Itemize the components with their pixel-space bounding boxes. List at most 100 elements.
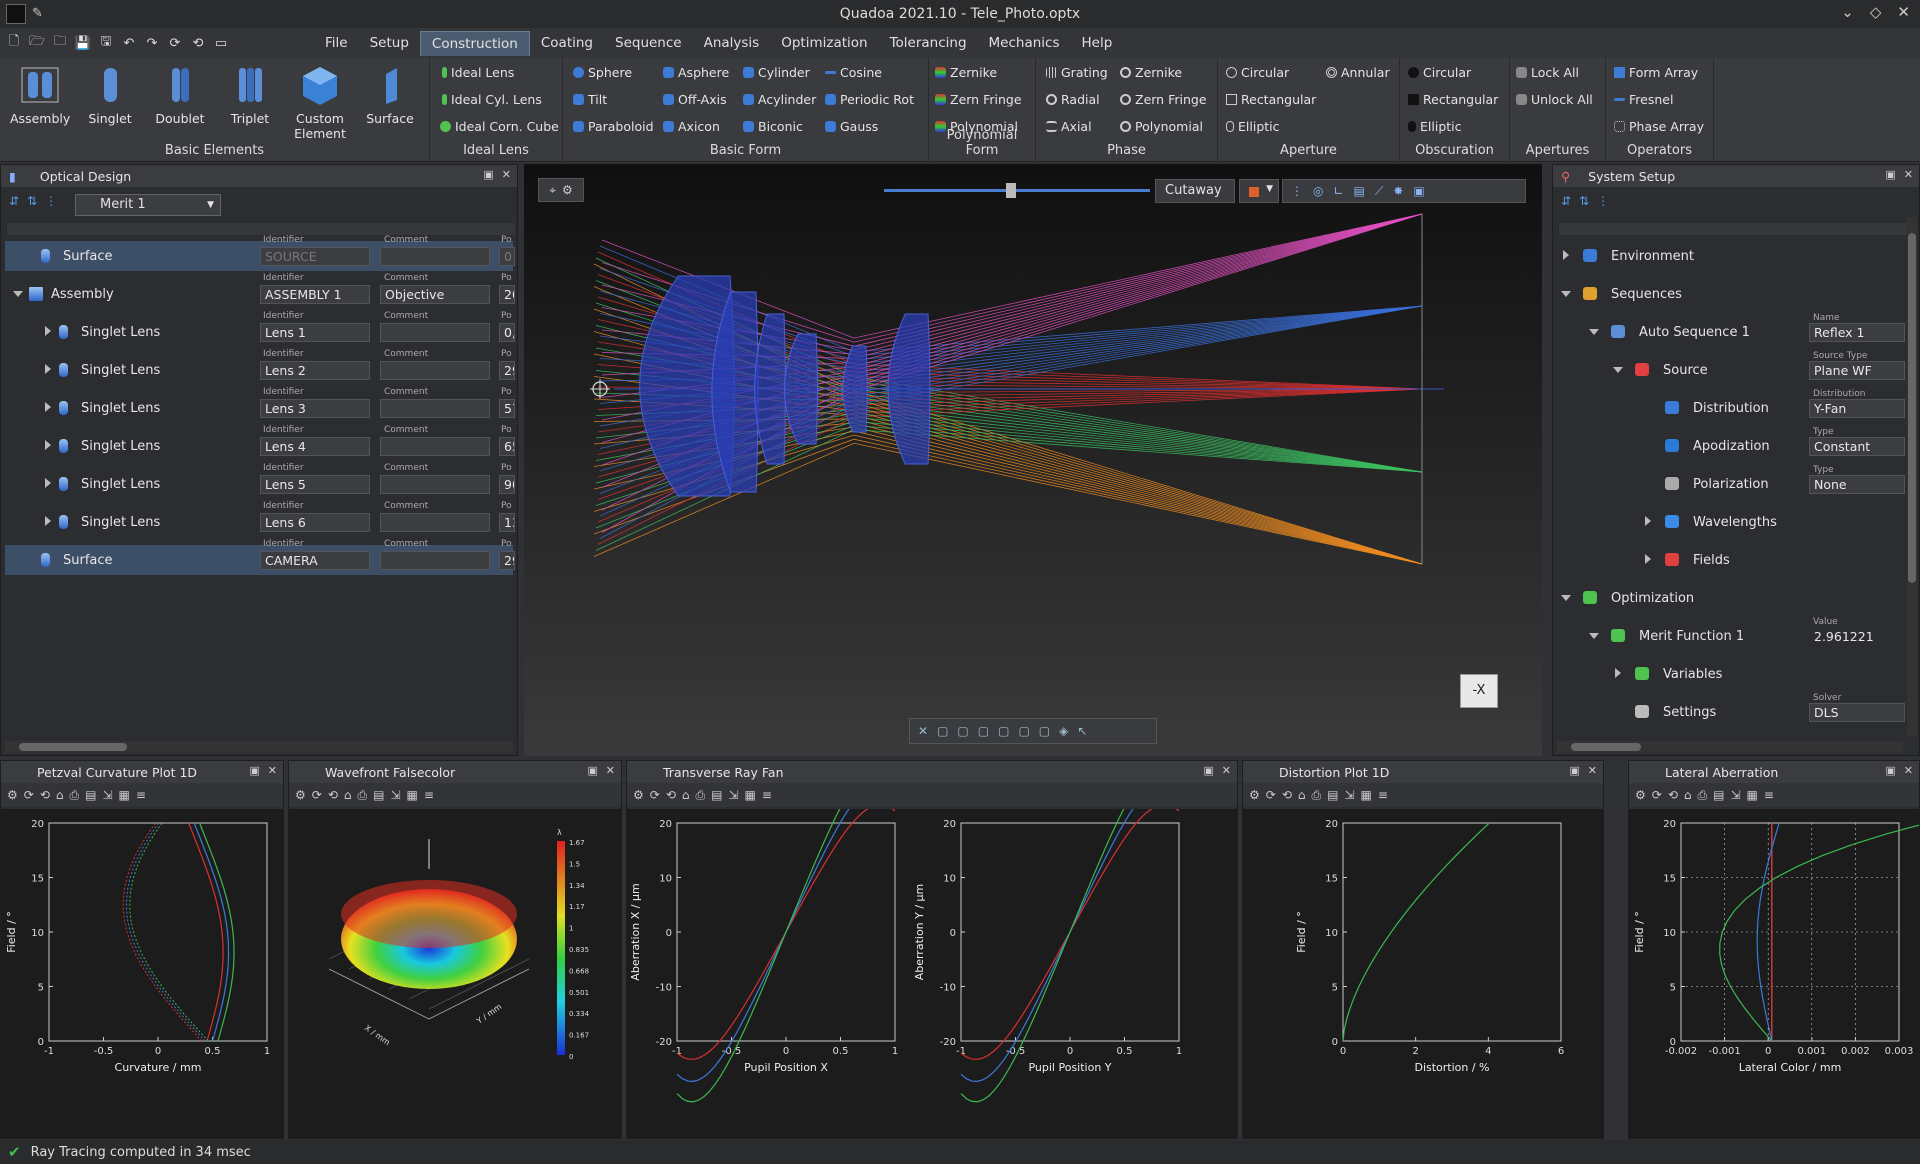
refresh-icon[interactable]: ⟳ <box>165 33 185 53</box>
identifier-field[interactable]: SOURCE <box>260 247 370 266</box>
tree-item-label[interactable]: Settings <box>1663 705 1716 720</box>
save-icon[interactable]: ▤ <box>1713 788 1724 802</box>
close-icon[interactable]: ✕ <box>1588 764 1597 777</box>
print-icon[interactable]: ⎙ <box>70 788 80 803</box>
view-front-icon[interactable]: ▢ <box>937 724 948 738</box>
auto-update-icon[interactable]: ⟲ <box>666 788 676 802</box>
home-icon[interactable]: ⌂ <box>344 788 352 802</box>
paraboloid-button[interactable]: Paraboloid <box>573 119 654 134</box>
float-icon[interactable]: ▣ <box>249 764 259 777</box>
obscuration-circular-button[interactable]: Circular <box>1408 65 1471 80</box>
refresh-icon[interactable]: ⟳ <box>312 788 322 802</box>
tree-item-label[interactable]: Distribution <box>1693 401 1769 416</box>
grid-icon[interactable]: ▦ <box>1747 788 1758 802</box>
expand-arrow-icon[interactable] <box>1563 250 1569 260</box>
pos-field[interactable]: 57 <box>499 399 515 418</box>
comment-field[interactable] <box>380 475 490 494</box>
auto-update-icon[interactable]: ⟲ <box>328 788 338 802</box>
horizontal-scrollbar[interactable] <box>5 741 513 753</box>
tree-item-label[interactable]: Variables <box>1663 667 1722 682</box>
identifier-field[interactable]: CAMERA <box>260 551 370 570</box>
tree-item-value[interactable]: Plane WF <box>1809 361 1905 380</box>
plot-canvas[interactable]: -1 -0.5 0 0.5 105101520Curvature / mmField /… <box>1 809 283 1139</box>
close-icon[interactable]: ✕ <box>606 764 615 777</box>
menu-icon[interactable]: ≡ <box>1764 788 1774 802</box>
mouse-mode-icon[interactable]: ↖ <box>1077 724 1087 738</box>
grid-icon[interactable]: ▦ <box>745 788 756 802</box>
expand-arrow-icon[interactable] <box>1645 516 1651 526</box>
tree-item-label[interactable]: Environment <box>1611 249 1694 264</box>
tree-item-value[interactable]: DLS <box>1809 703 1905 722</box>
asphere-button[interactable]: Asphere <box>663 65 729 80</box>
tree-item-label[interactable]: Wavelengths <box>1693 515 1777 530</box>
ideal-cyl-lens-button[interactable]: Ideal Cyl. Lens <box>442 92 542 107</box>
layout-icon[interactable]: ▭ <box>211 33 231 53</box>
zernike-phase-button[interactable]: Zernike <box>1120 65 1182 80</box>
home-icon[interactable]: ⌂ <box>682 788 690 802</box>
sort-icon[interactable]: ⇅ <box>1579 194 1589 208</box>
close-icon[interactable]: ✕ <box>1904 764 1913 777</box>
menu-mechanics[interactable]: Mechanics <box>978 31 1071 56</box>
fresnel-button[interactable]: Fresnel <box>1614 92 1673 107</box>
collapse-arrow-icon[interactable] <box>1613 367 1623 373</box>
collapse-arrow-icon[interactable] <box>1561 595 1571 601</box>
float-icon[interactable]: ▣ <box>483 168 493 181</box>
doublet-button[interactable]: Doublet <box>150 62 210 126</box>
expand-arrow-icon[interactable] <box>45 326 51 336</box>
assembly-button[interactable]: Assembly <box>10 62 70 126</box>
view-left-icon[interactable]: ▢ <box>1018 724 1029 738</box>
export-icon[interactable]: ⇲ <box>102 788 112 802</box>
export-icon[interactable]: ⇲ <box>1730 788 1740 802</box>
lock-all-button[interactable]: Lock All <box>1516 65 1579 80</box>
menu-icon[interactable]: ≡ <box>136 788 146 802</box>
pos-field[interactable]: 90 <box>499 475 515 494</box>
comment-field[interactable] <box>380 437 490 456</box>
pos-field[interactable]: 0 <box>499 247 515 266</box>
grid-icon[interactable]: ▦ <box>407 788 418 802</box>
undo-icon[interactable]: ↶ <box>119 33 139 53</box>
sort-icon[interactable]: ⇅ <box>27 194 37 208</box>
collapse-arrow-icon[interactable] <box>13 291 23 297</box>
gear-icon[interactable]: ⚙ <box>7 788 18 802</box>
unlock-all-button[interactable]: Unlock All <box>1516 92 1593 107</box>
horizontal-scrollbar[interactable] <box>1557 741 1903 753</box>
tree-item-label[interactable]: Fields <box>1693 553 1730 568</box>
float-icon[interactable]: ▣ <box>1569 764 1579 777</box>
surface-button[interactable]: Surface <box>360 62 420 126</box>
obscuration-rectangular-button[interactable]: Rectangular <box>1408 92 1498 107</box>
home-icon[interactable]: ⌂ <box>56 788 64 802</box>
grid-icon[interactable]: ▦ <box>119 788 130 802</box>
tree-item-value[interactable]: None <box>1809 475 1905 494</box>
tree-item-label[interactable]: Merit Function 1 <box>1639 629 1744 644</box>
collapse-arrow-icon[interactable] <box>1589 633 1599 639</box>
triplet-button[interactable]: Triplet <box>220 62 280 126</box>
zernike-form-button[interactable]: Zernike <box>935 65 997 80</box>
refresh-icon[interactable]: ⟳ <box>1652 788 1662 802</box>
axis-view-button[interactable]: -X <box>1460 674 1498 708</box>
float-icon[interactable]: ▣ <box>1203 764 1213 777</box>
gauss-button[interactable]: Gauss <box>825 119 878 134</box>
auto-update-icon[interactable]: ⟲ <box>1282 788 1292 802</box>
home-icon[interactable]: ⌂ <box>1684 788 1692 802</box>
zern-fringe-form-button[interactable]: Zern Fringe <box>935 92 1022 107</box>
home-icon[interactable]: ⌂ <box>1298 788 1306 802</box>
3d-viewport[interactable]: ⌖ ⚙ Cutaway ▼ ⋮ ◎ ∟ ▤ ⟋ ✸ ▣ -X ✕ ▢ ▢ ▢ ▢ ▢ ▢ ◈ ↖ <box>524 164 1542 756</box>
tree-item-label[interactable]: Apodization <box>1693 439 1770 454</box>
menu-file[interactable]: File <box>314 31 359 56</box>
close-icon[interactable]: ✕ <box>268 764 277 777</box>
periodic-rot-button[interactable]: Periodic Rot <box>825 92 914 107</box>
identifier-field[interactable]: Lens 5 <box>260 475 370 494</box>
sphere-button[interactable]: Sphere <box>573 65 632 80</box>
identifier-field[interactable]: Lens 1 <box>260 323 370 342</box>
fit-icon[interactable]: ✕ <box>918 724 928 738</box>
comment-field[interactable] <box>380 361 490 380</box>
view-bottom-icon[interactable]: ▢ <box>998 724 1009 738</box>
save-as-icon[interactable]: 🖫 <box>96 33 116 53</box>
refresh-icon[interactable]: ⟳ <box>650 788 660 802</box>
form-array-button[interactable]: Form Array <box>1614 65 1698 80</box>
comment-field[interactable] <box>380 323 490 342</box>
close-icon[interactable]: ✕ <box>1904 168 1913 181</box>
tree-item-value[interactable]: 2.961221 <box>1809 627 1905 646</box>
save-icon[interactable]: ▤ <box>373 788 384 802</box>
comment-field[interactable] <box>380 551 490 570</box>
